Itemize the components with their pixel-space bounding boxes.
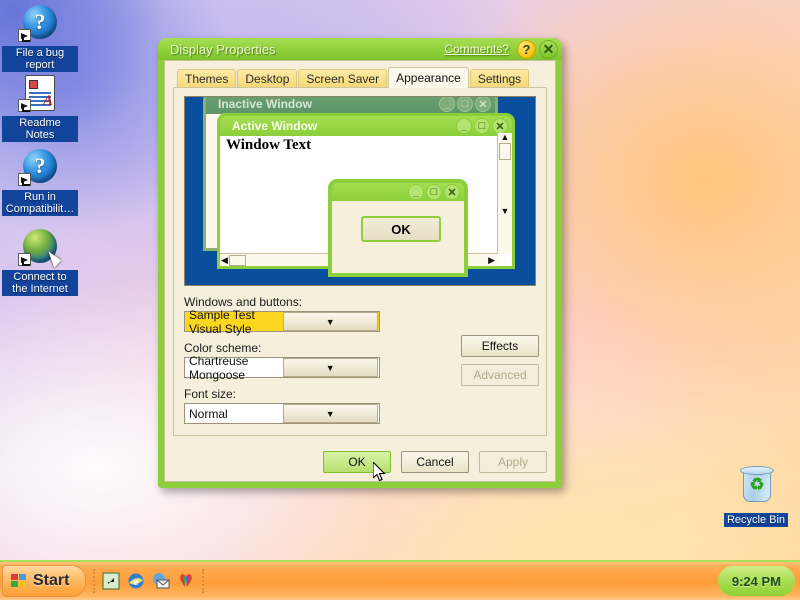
desktop-icon-label: File a bug report <box>2 46 78 72</box>
dialog-title: Display Properties <box>170 41 276 57</box>
taskbar-divider <box>202 569 205 593</box>
windows-and-buttons-dropdown[interactable]: Sample Test Visual Style ▼ <box>184 308 380 336</box>
comments-link[interactable]: Comments? <box>444 42 509 56</box>
ok-button[interactable]: OK <box>323 451 391 473</box>
minimize-icon: _ <box>408 184 424 200</box>
close-icon: ✕ <box>475 97 491 112</box>
tab-screen-saver[interactable]: Screen Saver <box>298 69 388 87</box>
tab-bar: Themes Desktop Screen Saver Appearance S… <box>165 67 555 88</box>
close-icon: ✕ <box>444 184 460 200</box>
scroll-up-icon: ▲ <box>500 132 510 142</box>
preview-message-box: _ □ ✕ OK <box>328 179 468 277</box>
preview-ok-button: OK <box>361 216 441 242</box>
effects-button[interactable]: Effects <box>461 335 539 357</box>
color-scheme-dropdown[interactable]: Chartreuse Mongoose ▼ <box>184 354 380 382</box>
clock: 9:24 PM <box>731 573 781 589</box>
show-desktop-icon[interactable] <box>102 572 120 590</box>
system-tray[interactable]: 9:24 PM <box>717 566 795 596</box>
side-button-group: Effects Advanced <box>461 335 539 386</box>
desktop-icon-file-a-bug-report[interactable]: File a bug report <box>2 4 78 73</box>
scroll-thumb <box>228 254 246 266</box>
preview-active-window: Active Window _ □ ✕ Window Text ▲ ▼ ◀ ▶ … <box>217 113 515 277</box>
desktop-icon-recycle-bin[interactable]: ♻ Recycle Bin <box>718 466 794 528</box>
minimize-icon: _ <box>439 97 455 112</box>
scroll-thumb <box>499 143 511 160</box>
windows-flag-icon <box>11 573 28 589</box>
dialog-body: Themes Desktop Screen Saver Appearance S… <box>164 60 556 482</box>
font-size-value: Normal <box>189 406 228 421</box>
maximize-icon: □ <box>457 97 473 112</box>
scroll-left-icon: ◀ <box>221 254 228 265</box>
maximize-icon: □ <box>426 184 442 200</box>
appearance-tab-page: Inactive Window _ □ ✕ Active Window _ □ … <box>173 87 547 436</box>
advanced-button: Advanced <box>461 364 539 386</box>
notepad-document-icon: A <box>18 74 62 114</box>
chevron-down-icon[interactable]: ▼ <box>282 312 378 331</box>
taskbar-divider <box>93 569 96 593</box>
desktop-icon-label: Connect to the Internet <box>2 270 78 296</box>
tab-themes[interactable]: Themes <box>177 69 237 87</box>
close-button[interactable]: ✕ <box>539 39 558 59</box>
preview-inactive-title-text: Inactive Window <box>218 97 312 111</box>
minimize-icon: _ <box>456 118 472 134</box>
quick-launch-bar: e <box>102 572 195 590</box>
taskbar: Start e 9:24 PM <box>0 560 800 600</box>
appearance-preview-pane[interactable]: Inactive Window _ □ ✕ Active Window _ □ … <box>184 96 536 286</box>
tab-settings[interactable]: Settings <box>469 69 530 87</box>
help-ball-icon <box>18 4 62 44</box>
start-button[interactable]: Start <box>2 565 87 597</box>
cancel-button[interactable]: Cancel <box>401 451 469 473</box>
desktop-icon-readme-notes[interactable]: A Readme Notes <box>2 74 78 143</box>
chevron-down-icon[interactable]: ▼ <box>282 358 378 377</box>
globe-cursor-icon <box>18 228 63 268</box>
scroll-right-icon: ▶ <box>488 254 495 265</box>
svg-text:e: e <box>134 576 139 588</box>
tab-appearance[interactable]: Appearance <box>388 67 469 88</box>
desktop-icon-label: Recycle Bin <box>723 513 789 527</box>
scroll-down-icon: ▼ <box>500 206 510 216</box>
outlook-express-icon[interactable] <box>152 572 170 590</box>
internet-explorer-icon[interactable]: e <box>127 572 145 590</box>
desktop-icon-label: Run in Compatibilit… <box>2 190 78 216</box>
tab-desktop[interactable]: Desktop <box>237 69 298 87</box>
display-properties-dialog: Display Properties Comments? ? ✕ Themes … <box>158 38 562 488</box>
font-size-label: Font size: <box>184 387 237 401</box>
maximize-icon: □ <box>474 118 490 134</box>
start-button-label: Start <box>33 572 70 589</box>
font-size-dropdown[interactable]: Normal ▼ <box>184 403 380 424</box>
apply-button: Apply <box>479 451 547 473</box>
preview-active-titlebar: Active Window _ □ ✕ <box>217 113 515 136</box>
color-scheme-value: Chartreuse Mongoose <box>189 353 249 382</box>
help-ball-icon <box>18 148 62 188</box>
recycle-bin-icon: ♻ <box>734 466 778 508</box>
preview-inactive-titlebar: Inactive Window _ □ ✕ <box>203 97 498 114</box>
windows-and-buttons-value: Sample Test Visual Style <box>189 307 255 336</box>
help-button[interactable]: ? <box>517 39 536 59</box>
desktop-icon-connect-to-the-internet[interactable]: Connect to the Internet <box>2 228 78 297</box>
dialog-title-bar[interactable]: Display Properties Comments? ? ✕ <box>158 38 562 60</box>
preview-active-title-text: Active Window <box>232 119 318 133</box>
preview-vertical-scrollbar: ▲ ▼ <box>497 133 512 254</box>
media-player-icon[interactable] <box>177 572 195 590</box>
chevron-down-icon[interactable]: ▼ <box>282 404 378 423</box>
preview-window-text: Window Text <box>226 137 312 153</box>
dialog-footer: OK Cancel Apply <box>165 444 555 481</box>
preview-messagebox-titlebar: _ □ ✕ <box>328 179 468 201</box>
desktop-icon-label: Readme Notes <box>2 116 78 142</box>
desktop-icon-run-in-compatibility[interactable]: Run in Compatibilit… <box>2 148 78 217</box>
